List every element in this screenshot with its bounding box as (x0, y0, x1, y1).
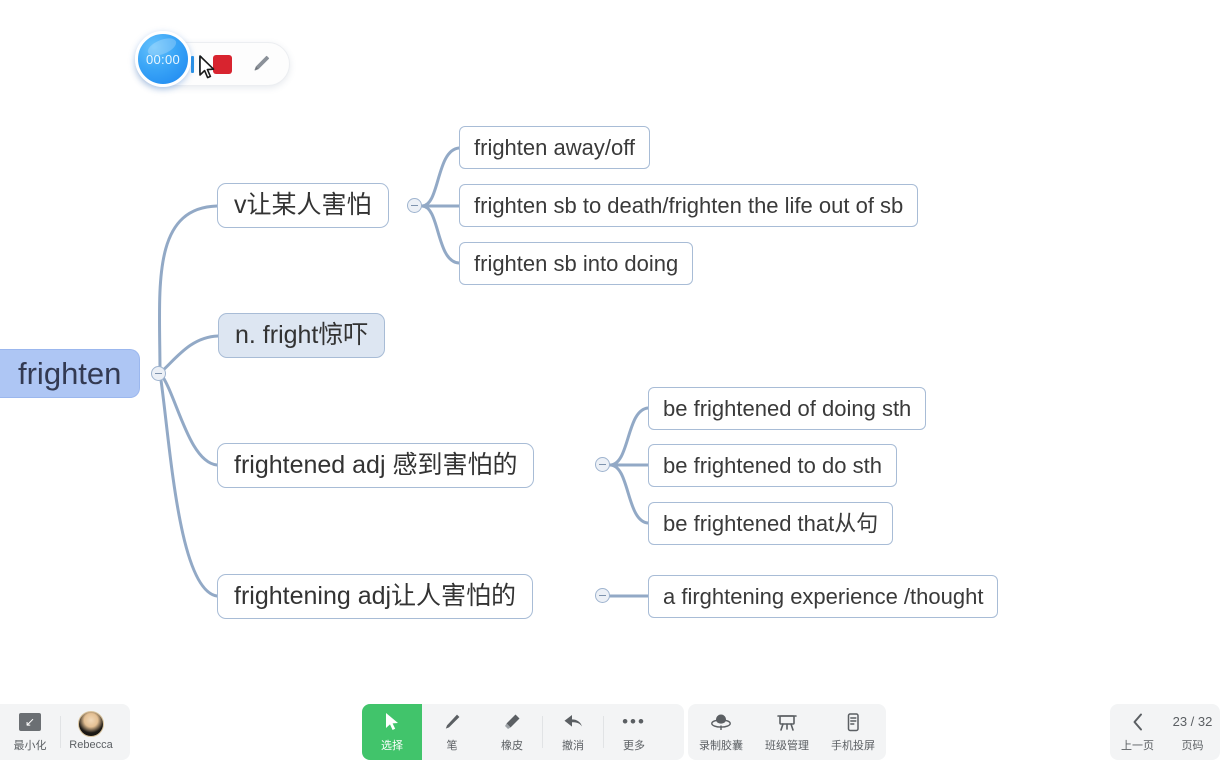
tool-more-label: 更多 (623, 739, 645, 752)
mindmap-branch-node-2[interactable]: n. fright惊吓 (218, 313, 386, 358)
mindmap-branch-label-2: n. fright惊吓 (235, 321, 369, 349)
cursor-icon (384, 712, 401, 732)
user-name-label: Rebecca (69, 738, 113, 751)
mindmap-leaf-label: be frightened that从句 (663, 510, 879, 536)
stop-recording-button[interactable] (213, 54, 232, 74)
mindmap-branch-node-3[interactable]: frightened adj 感到害怕的 (217, 443, 535, 488)
mindmap-branch-node-1[interactable]: v让某人害怕 (217, 183, 389, 228)
pen-icon (254, 55, 270, 71)
mindmap-leaf-node-4-1[interactable]: a firghtening experience /thought (648, 575, 999, 618)
chevron-left-icon (1132, 712, 1144, 732)
mindmap-leaf-node-1-1[interactable]: frighten away/off (459, 126, 651, 169)
toolbar-tools-group: 选择 笔 橡皮 撤消 ••• 更多 (362, 704, 684, 760)
minus-icon (411, 204, 418, 207)
more-icon: ••• (622, 711, 646, 731)
mindmap-leaf-node-1-3[interactable]: frighten sb into doing (459, 242, 694, 285)
mindmap-leaf-node-1-2[interactable]: frighten sb to death/frighten the life o… (459, 184, 919, 227)
tool-eraser-button[interactable]: 橡皮 (482, 704, 542, 760)
phone-cast-button[interactable]: 手机投屏 (820, 704, 886, 760)
mindmap-branch-label-3: frightened adj 感到害怕的 (234, 451, 518, 479)
mindmap-leaf-node-3-1[interactable]: be frightened of doing sth (648, 387, 927, 430)
mindmap-leaf-node-3-3[interactable]: be frightened that从句 (648, 502, 894, 545)
record-capsule-button[interactable]: 录制胶囊 (688, 704, 754, 760)
whiteboard-app: frighten v让某人害怕 frighten away/off fright… (0, 0, 1228, 768)
recording-toolbar[interactable]: 00:00 (135, 31, 290, 87)
page-indicator[interactable]: 23 / 32 页码 (1165, 704, 1220, 760)
tool-pen-label: 笔 (446, 739, 458, 752)
minimize-button[interactable]: ↙ 最小化 (0, 704, 60, 760)
toolbar-share-group: 录制胶囊 班级管理 手机投屏 (688, 704, 886, 760)
branch-4-collapse-toggle[interactable] (595, 588, 610, 603)
mindmap-leaf-label: frighten sb into doing (474, 250, 679, 276)
minimize-label: 最小化 (13, 739, 47, 752)
mindmap-leaf-node-3-2[interactable]: be frightened to do sth (648, 444, 897, 487)
branch-3-collapse-toggle[interactable] (595, 457, 610, 472)
mindmap-branch-label-1: v让某人害怕 (234, 191, 372, 219)
prev-page-button[interactable]: 上一页 (1110, 704, 1165, 760)
avatar (78, 710, 104, 737)
toolbar-left-group: ↙ 最小化 Rebecca (0, 704, 130, 760)
record-capsule-label: 录制胶囊 (699, 739, 743, 752)
mindmap-edges (157, 146, 650, 598)
tool-undo-button[interactable]: 撤消 (543, 704, 603, 760)
toolbar-pager-group: 上一页 23 / 32 页码 (1110, 704, 1220, 760)
minus-icon (155, 372, 162, 375)
branch-1-collapse-toggle[interactable] (407, 198, 422, 213)
pause-bar-icon (199, 55, 202, 73)
annotate-pen-button[interactable] (250, 53, 272, 75)
recording-timer[interactable]: 00:00 (135, 31, 191, 87)
mindmap-leaf-label: frighten away/off (474, 134, 636, 160)
mindmap-root-label: frighten (18, 356, 122, 391)
eraser-icon (502, 712, 522, 732)
tool-more-button[interactable]: ••• 更多 (604, 704, 664, 760)
tool-pen-button[interactable]: 笔 (422, 704, 482, 760)
mindmap-leaf-label: be frightened to do sth (663, 452, 882, 478)
page-number-label: 页码 (1181, 739, 1204, 752)
mindmap-leaf-label: be frightened of doing sth (663, 395, 912, 421)
mindmap-root-node[interactable]: frighten (0, 349, 141, 398)
tool-select-label: 选择 (381, 739, 403, 752)
pen-icon (442, 712, 462, 732)
mindmap-leaf-label: a firghtening experience /thought (663, 583, 984, 609)
mindmap-branch-label-4: frightening adj让人害怕的 (234, 582, 517, 610)
class-manage-button[interactable]: 班级管理 (754, 704, 820, 760)
pause-recording-button[interactable] (191, 55, 202, 73)
class-manage-icon (776, 712, 798, 732)
minus-icon (599, 463, 606, 466)
tool-eraser-label: 橡皮 (501, 739, 523, 752)
undo-icon (563, 712, 584, 732)
root-collapse-toggle[interactable] (151, 366, 166, 381)
mindmap-leaf-label: frighten sb to death/frighten the life o… (474, 192, 904, 218)
tool-undo-label: 撤消 (562, 739, 584, 752)
tool-select-button[interactable]: 选择 (362, 704, 422, 760)
phone-cast-icon (842, 712, 864, 732)
page-number-value: 23 / 32 (1172, 714, 1213, 729)
minus-icon (599, 594, 606, 597)
class-manage-label: 班级管理 (765, 739, 809, 752)
mindmap-branch-node-4[interactable]: frightening adj让人害怕的 (217, 574, 534, 619)
pause-bar-icon (191, 55, 194, 73)
user-profile-button[interactable]: Rebecca (61, 704, 121, 760)
recording-timer-value: 00:00 (145, 51, 181, 67)
record-capsule-icon (710, 712, 732, 732)
prev-page-label: 上一页 (1121, 739, 1154, 752)
minimize-icon: ↙ (19, 712, 41, 732)
phone-cast-label: 手机投屏 (831, 739, 875, 752)
